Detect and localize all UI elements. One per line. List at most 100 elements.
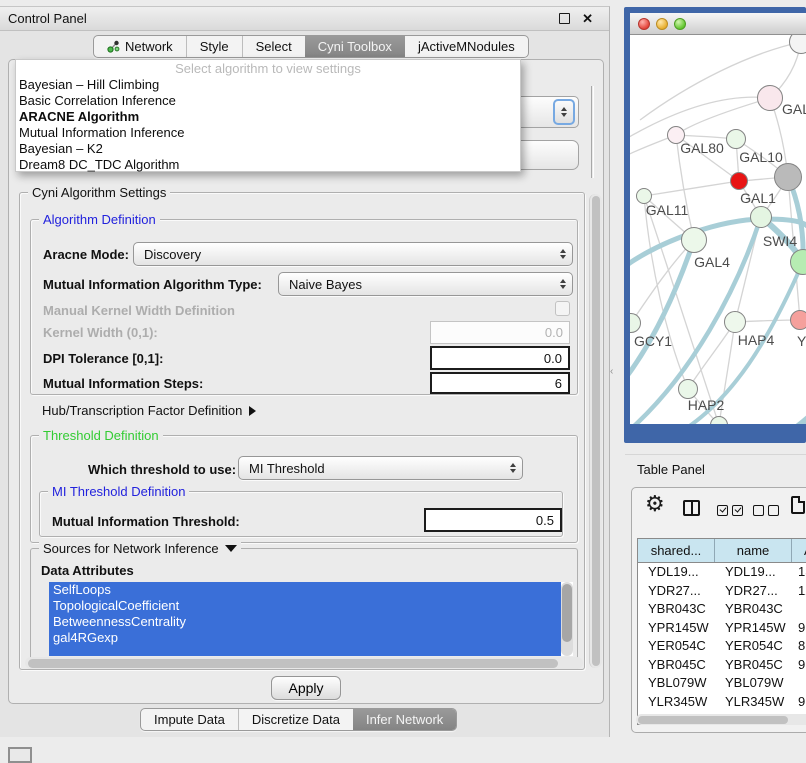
kernel-width-field[interactable]: 0.0: [430, 321, 570, 344]
threshold-definition-group: Threshold Definition Which threshold to …: [30, 435, 578, 543]
attribute-item-clipped[interactable]: [49, 646, 561, 656]
settings-vertical-scrollbar[interactable]: [589, 194, 602, 668]
algorithm-option-basic-correlation-inference[interactable]: Basic Correlation Inference: [16, 93, 520, 109]
node-pink-right[interactable]: [790, 310, 806, 330]
control-panel: Control Panel ✕ Network StyleSelectCyni T…: [0, 6, 610, 737]
node-label-y: Y: [797, 333, 806, 349]
network-view-window: GALGAL80GAL10GAL1GAL11SWI4GAL4HAP4YGCY1H…: [624, 7, 806, 443]
gear-icon[interactable]: ⚙: [645, 491, 665, 517]
aracne-mode-combo[interactable]: Discovery: [133, 242, 573, 266]
network-window-titlebar[interactable]: [630, 13, 806, 35]
table-cell: 9.: [792, 656, 806, 675]
table-row[interactable]: YBR043CYBR043C: [638, 600, 806, 619]
mi-steps-field[interactable]: 6: [430, 372, 570, 394]
node-attribute-table: shared...nameA YDL19...YDL19...13YDR27..…: [637, 538, 806, 725]
tab-network[interactable]: Network: [94, 36, 186, 57]
node-label-hap2: HAP2: [688, 397, 725, 413]
table-cell: YER054C: [715, 637, 792, 656]
network-canvas[interactable]: GALGAL80GAL10GAL1GAL11SWI4GAL4HAP4YGCY1H…: [630, 35, 806, 424]
tab-style[interactable]: Style: [186, 36, 242, 57]
tab-discretize-data[interactable]: Discretize Data: [238, 709, 353, 730]
table-cell: [792, 674, 806, 693]
table-cell: YDR27...: [715, 582, 792, 601]
table-row[interactable]: YBR045CYBR045C9.: [638, 656, 806, 675]
node-label-gal11: GAL11: [646, 202, 689, 218]
mi-threshold-group: MI Threshold Definition Mutual Informati…: [39, 491, 563, 537]
float-window-icon[interactable]: [559, 13, 570, 24]
tab-impute-data[interactable]: Impute Data: [141, 709, 238, 730]
attribute-item-selfloops[interactable]: SelfLoops: [49, 582, 561, 598]
columns-icon[interactable]: [683, 500, 700, 516]
attribute-item-betweennesscentrality[interactable]: BetweennessCentrality: [49, 614, 561, 630]
settings-horizontal-scrollbar[interactable]: [25, 657, 583, 669]
control-panel-title: Control Panel: [8, 11, 559, 26]
minimize-traffic-light[interactable]: [656, 18, 668, 30]
node-gal1[interactable]: [730, 172, 748, 190]
manual-kernel-checkbox[interactable]: [555, 301, 570, 316]
select-all-checkboxes-icon[interactable]: [717, 505, 743, 516]
which-threshold-combo[interactable]: MI Threshold: [238, 456, 523, 480]
node-hap2[interactable]: [678, 379, 698, 399]
hub-tf-definition-toggle[interactable]: Hub/Transcription Factor Definition: [42, 403, 256, 418]
panel-splitter-handle[interactable]: ‹: [610, 366, 613, 377]
table-header-row: shared...nameA: [638, 539, 806, 563]
table-row[interactable]: YER054CYER054C8.: [638, 637, 806, 656]
deselect-all-checkboxes-icon[interactable]: [753, 505, 779, 516]
cyni-algorithm-settings-group: Cyni Algorithm Settings Algorithm Defini…: [19, 192, 585, 670]
algorithm-option-bayesian-hill-climbing[interactable]: Bayesian – Hill Climbing: [16, 77, 520, 93]
column-header-name[interactable]: name: [715, 539, 792, 562]
obscured-combo-stepper[interactable]: [553, 99, 575, 125]
node-swi4[interactable]: [750, 206, 772, 228]
tab-select[interactable]: Select: [242, 36, 305, 57]
combo-stepper-icon: [560, 279, 566, 289]
algorithm-option-mutual-information-inference[interactable]: Mutual Information Inference: [16, 125, 520, 141]
aracne-mode-label: Aracne Mode:: [43, 247, 129, 262]
combo-stepper-icon: [510, 463, 516, 473]
attribute-list-scrollbar[interactable]: [561, 582, 573, 656]
dpi-tolerance-field[interactable]: 0.0: [430, 346, 570, 370]
algorithm-definition-title: Algorithm Definition: [39, 212, 160, 227]
column-header-a[interactable]: A: [792, 539, 806, 562]
sources-group-title[interactable]: Sources for Network Inference: [39, 541, 241, 556]
table-cell: 8.: [792, 637, 806, 656]
node-gal4[interactable]: [681, 227, 707, 253]
control-panel-titlebar: Control Panel ✕: [0, 7, 609, 31]
node-gray[interactable]: [774, 163, 802, 191]
dpi-tolerance-label: DPI Tolerance [0,1]:: [43, 351, 163, 366]
document-icon[interactable]: [791, 496, 805, 514]
algorithm-option-bayesian-k2[interactable]: Bayesian – K2: [16, 141, 520, 157]
cyni-algorithm-settings-title: Cyni Algorithm Settings: [28, 185, 170, 200]
zoom-traffic-light[interactable]: [674, 18, 686, 30]
close-traffic-light[interactable]: [638, 18, 650, 30]
sources-group: Sources for Network Inference Data Attri…: [30, 548, 578, 670]
node-hap4[interactable]: [724, 311, 746, 333]
tab-label: Network: [125, 39, 173, 54]
algorithm-option-dream8-dc-tdc-algorithm[interactable]: Dream8 DC_TDC Algorithm: [16, 157, 520, 173]
mi-algorithm-type-combo[interactable]: Naive Bayes: [278, 272, 573, 296]
table-row[interactable]: YLR345WYLR345W9.: [638, 693, 806, 712]
tab-cyni-toolbox[interactable]: Cyni Toolbox: [305, 36, 405, 57]
tab-infer-network[interactable]: Infer Network: [353, 709, 456, 730]
attribute-item-gal4rgexp[interactable]: gal4RGexp: [49, 630, 561, 646]
which-threshold-value: MI Threshold: [249, 461, 325, 476]
control-panel-tabbar: Network StyleSelectCyni ToolboxjActiveMNo…: [93, 35, 529, 58]
algorithm-popup-list: Bayesian – Hill ClimbingBasic Correlatio…: [16, 77, 520, 173]
mi-threshold-field[interactable]: 0.5: [424, 508, 562, 532]
threshold-definition-title: Threshold Definition: [39, 428, 163, 443]
table-row[interactable]: YDR27...YDR27...12: [638, 582, 806, 601]
table-horizontal-scrollbar[interactable]: [636, 714, 806, 725]
table-row[interactable]: YDL19...YDL19...13: [638, 563, 806, 582]
column-header-shared[interactable]: shared...: [638, 539, 715, 562]
table-row[interactable]: YPR145WYPR145W9.: [638, 619, 806, 638]
node-gal10[interactable]: [726, 129, 746, 149]
close-icon[interactable]: ✕: [582, 13, 593, 24]
minimized-window-icon[interactable]: [8, 747, 32, 763]
attribute-item-topologicalcoefficient[interactable]: TopologicalCoefficient: [49, 598, 561, 614]
table-row[interactable]: YBL079WYBL079W: [638, 674, 806, 693]
table-cell: YBL079W: [638, 674, 715, 693]
tab-jactivemnodules[interactable]: jActiveMNodules: [405, 36, 528, 57]
which-threshold-label: Which threshold to use:: [88, 462, 236, 477]
apply-button[interactable]: Apply: [271, 676, 341, 700]
node-gal-cut[interactable]: [757, 85, 783, 111]
algorithm-option-aracne-algorithm[interactable]: ARACNE Algorithm: [16, 109, 520, 125]
